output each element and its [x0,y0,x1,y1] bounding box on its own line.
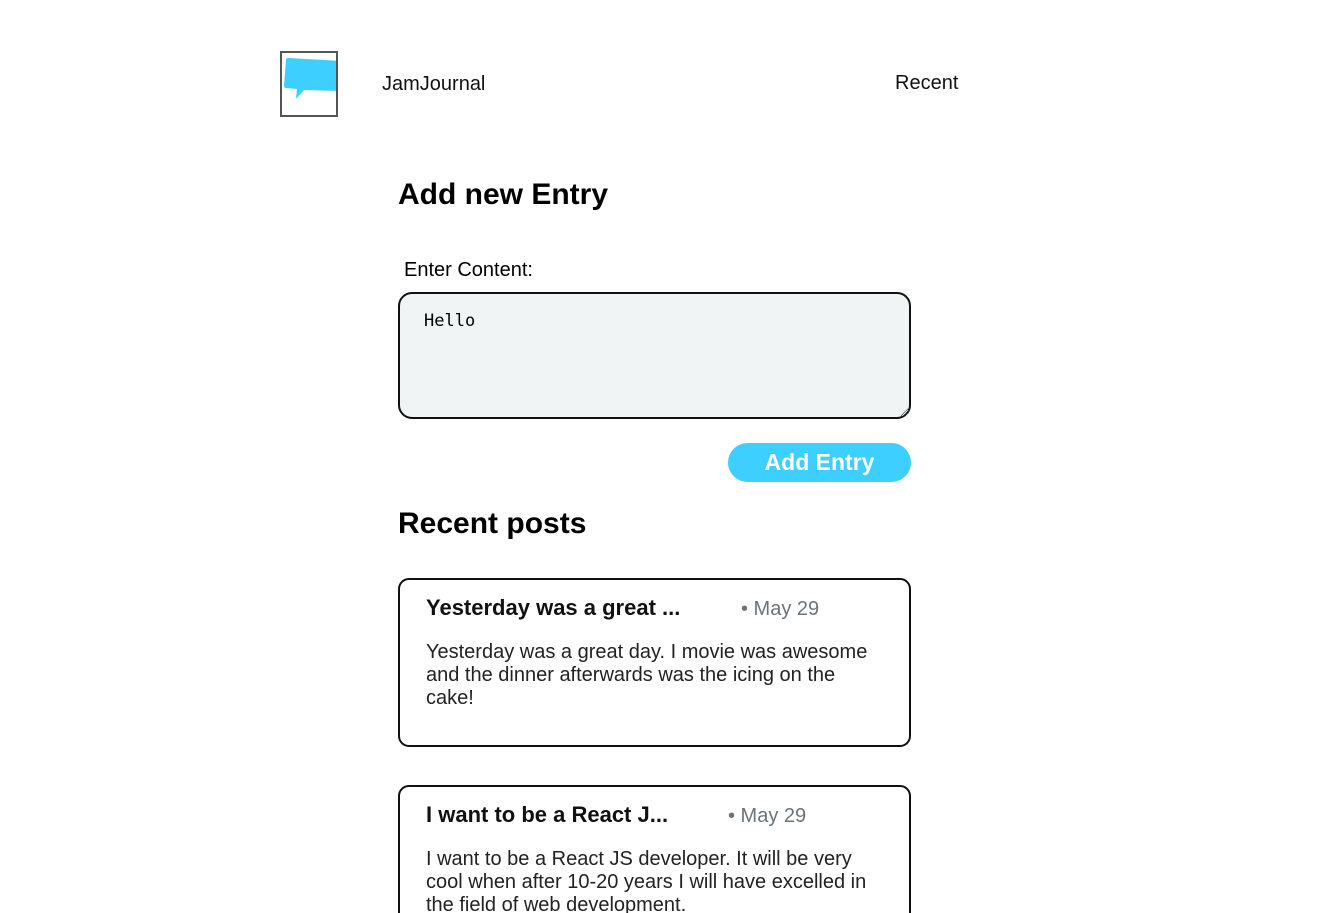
post-card[interactable]: Yesterday was a great ... • May 29 Yeste… [398,578,911,747]
brand-link[interactable]: JamJournal [382,72,485,96]
chat-bubble-icon [284,58,336,99]
post-title: I want to be a React J... [426,802,669,827]
post-title: Yesterday was a great ... [426,595,681,620]
add-entry-heading: Add new Entry [398,178,609,211]
post-date: • May 29 [741,598,820,620]
post-date: • May 29 [728,805,807,827]
post-body: I want to be a React JS developer. It wi… [426,848,867,913]
recent-posts-heading: Recent posts [398,507,587,540]
post-body: Yesterday was a great day. I movie was a… [426,641,868,709]
page: JamJournal Recent Add new Entry Enter Co… [0,0,1332,913]
nav-recent-link[interactable]: Recent [895,71,958,95]
logo[interactable] [280,51,338,117]
add-entry-button[interactable]: Add Entry [728,443,911,482]
content-label: Enter Content: [404,259,533,281]
content-textarea[interactable] [398,292,911,419]
post-card[interactable]: I want to be a React J... • May 29 I wan… [398,785,911,913]
